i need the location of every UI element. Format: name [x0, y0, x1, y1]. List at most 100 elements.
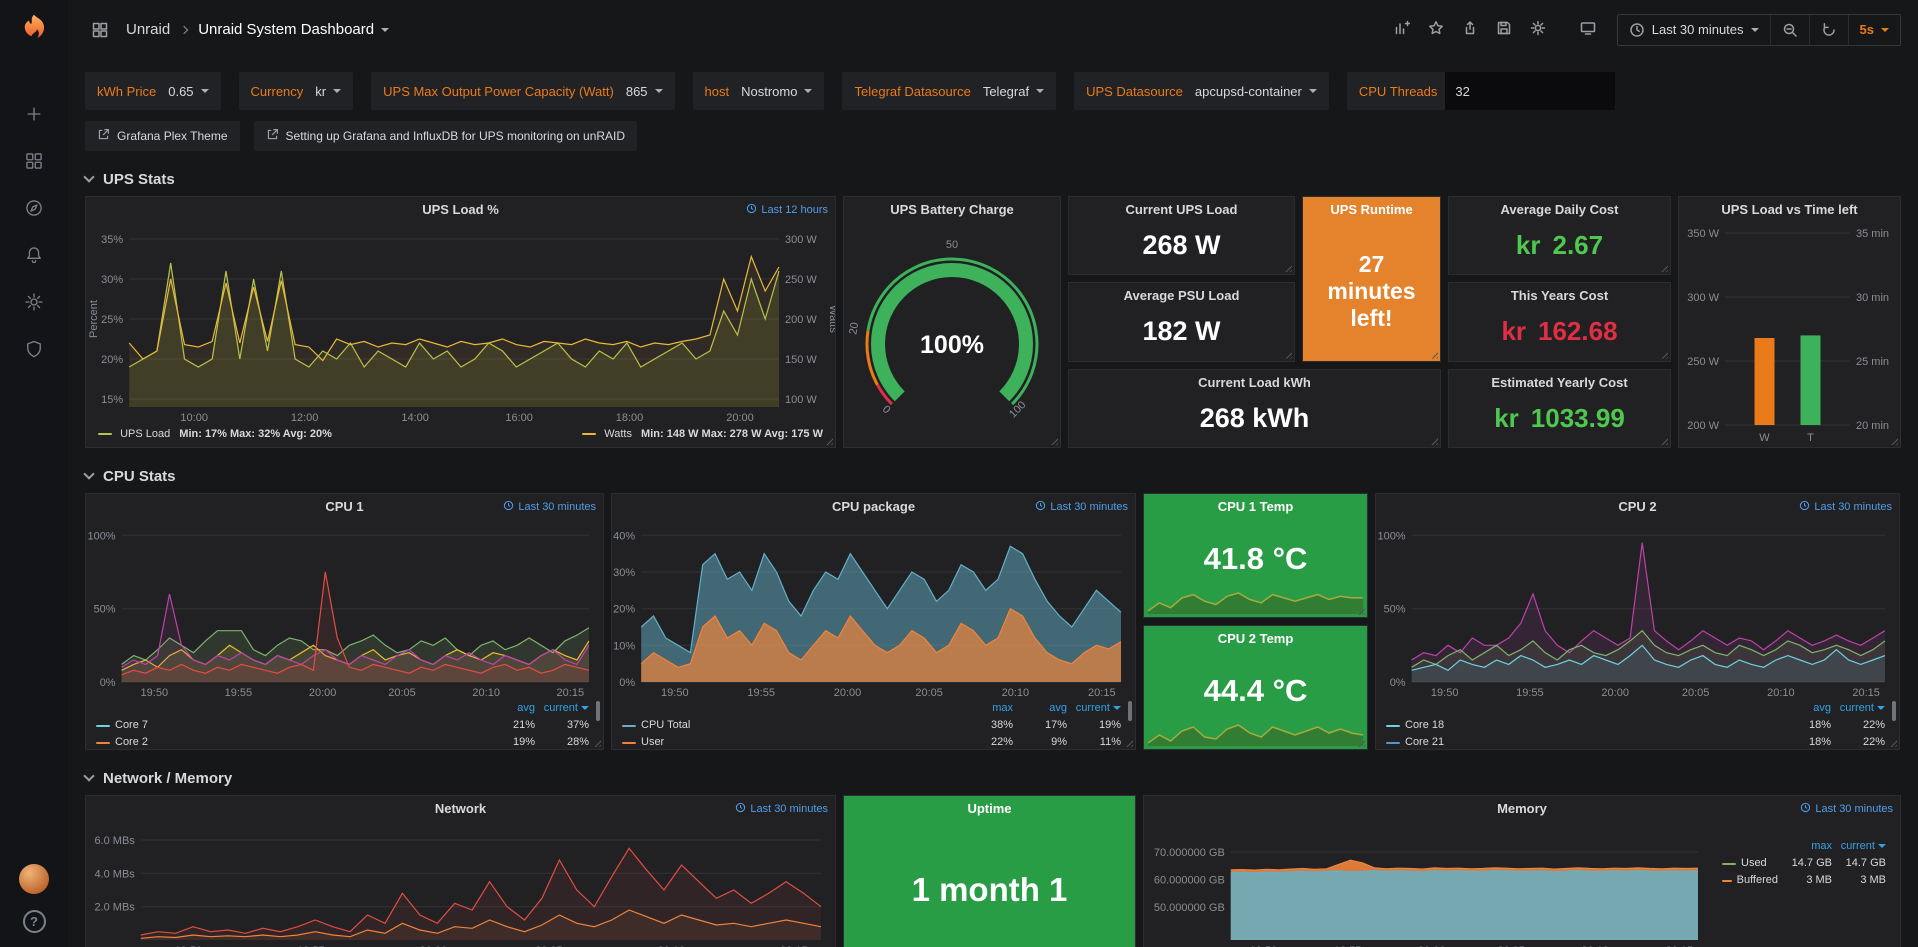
- refresh-interval-picker[interactable]: 5s: [1848, 15, 1900, 45]
- link-ups-monitoring-guide[interactable]: Setting up Grafana and InfluxDB for UPS …: [254, 121, 638, 151]
- star-dashboard-button[interactable]: [1421, 15, 1451, 45]
- panel-average-daily-cost[interactable]: Average Daily Cost kr2.67: [1448, 196, 1671, 275]
- dashboard-settings-button[interactable]: [1523, 15, 1553, 45]
- legend-row[interactable]: CPU Total38%17%19%: [622, 717, 1121, 734]
- dashboard-title[interactable]: Unraid System Dashboard: [198, 21, 389, 38]
- sidebar-alerting-button[interactable]: [0, 233, 68, 280]
- cpu2-legend[interactable]: avgcurrent Core 1818%22%Core 2118%22%: [1376, 700, 1899, 755]
- legend-row[interactable]: Core 721%37%: [96, 717, 589, 734]
- variable-value-dropdown[interactable]: Telegraf: [979, 84, 1056, 99]
- sidebar-help-button[interactable]: ?: [23, 910, 46, 933]
- cycle-view-mode-button[interactable]: [1573, 15, 1603, 45]
- legend-col-header[interactable]: current: [535, 700, 589, 717]
- panel-time-range[interactable]: Last 30 minutes: [503, 500, 596, 514]
- share-dashboard-button[interactable]: [1455, 15, 1485, 45]
- panel-cpu2[interactable]: Last 30 minutes CPU 2 0%50%100%19:5019:5…: [1375, 493, 1900, 750]
- panel-ups-battery-charge[interactable]: UPS Battery Charge 02050100100%: [843, 196, 1061, 448]
- legend-scrollbar[interactable]: [1128, 701, 1132, 721]
- link-grafana-plex-theme[interactable]: Grafana Plex Theme: [85, 121, 240, 151]
- legend-col-header[interactable]: current: [1832, 838, 1886, 855]
- grafana-logo[interactable]: [15, 12, 53, 50]
- row-header-ups-stats[interactable]: UPS Stats: [68, 151, 1918, 196]
- panel-ups-runtime[interactable]: UPS Runtime 27 minutes left!: [1302, 196, 1441, 362]
- save-dashboard-button[interactable]: [1489, 15, 1519, 45]
- zoom-out-time-button[interactable]: [1770, 15, 1809, 45]
- variable-value-dropdown[interactable]: 865: [622, 84, 675, 99]
- row-header-cpu-stats[interactable]: CPU Stats: [68, 448, 1918, 493]
- memory-chart[interactable]: 50.000000 GB60.000000 GB70.000000 GB19:5…: [1144, 822, 1712, 947]
- panel-time-range[interactable]: Last 30 minutes: [1800, 802, 1893, 816]
- panel-title[interactable]: Current Load kWh: [1069, 370, 1440, 396]
- panel-title[interactable]: UPS Runtime: [1303, 197, 1440, 223]
- legend-col-header[interactable]: avg: [1013, 700, 1067, 717]
- breadcrumb-folder[interactable]: Unraid: [126, 21, 170, 38]
- legend-row[interactable]: Core 219%28%: [96, 734, 589, 751]
- panel-title[interactable]: Network: [86, 796, 835, 822]
- panel-title[interactable]: This Years Cost: [1449, 283, 1670, 309]
- legend-col-header[interactable]: current: [1067, 700, 1121, 717]
- legend-row[interactable]: Core 2118%22%: [1386, 734, 1885, 751]
- sidebar-configuration-button[interactable]: [0, 280, 68, 327]
- panel-current-load-kwh[interactable]: Current Load kWh 268 kWh: [1068, 369, 1441, 448]
- panel-title[interactable]: CPU 1 Temp: [1144, 494, 1367, 520]
- user-avatar[interactable]: [0, 864, 68, 894]
- panel-title[interactable]: Uptime: [844, 796, 1135, 822]
- panel-title[interactable]: UPS Load vs Time left: [1679, 197, 1900, 223]
- ups-load-chart[interactable]: 15%20%25%30%35%100 W150 W200 W250 W300 W…: [86, 223, 835, 427]
- panel-this-years-cost[interactable]: This Years Cost kr162.68: [1448, 282, 1671, 361]
- legend-row[interactable]: Core 1818%22%: [1386, 717, 1885, 734]
- legend-col-header[interactable]: max: [959, 700, 1013, 717]
- panel-network[interactable]: Last 30 minutes Network 2.0 MBs4.0 MBs6.…: [85, 795, 836, 947]
- legend-row[interactable]: User22%9%11%: [622, 734, 1121, 751]
- panel-cpu2-temp[interactable]: CPU 2 Temp 44.4 °C: [1143, 625, 1368, 750]
- time-range-picker[interactable]: Last 30 minutes: [1618, 15, 1770, 45]
- cpu-package-legend[interactable]: maxavgcurrent CPU Total38%17%19%User22%9…: [612, 700, 1135, 755]
- legend-col-header[interactable]: avg: [481, 700, 535, 717]
- row-header-network-memory[interactable]: Network / Memory: [68, 750, 1918, 795]
- variable-value-dropdown[interactable]: apcupsd-container: [1191, 84, 1329, 99]
- panel-title[interactable]: CPU 2 Temp: [1144, 626, 1367, 652]
- cpu1-chart[interactable]: 0%50%100%19:5019:5520:0020:0520:1020:15: [86, 520, 603, 700]
- panel-cpu1[interactable]: Last 30 minutes CPU 1 0%50%100%19:5019:5…: [85, 493, 604, 750]
- legend-series[interactable]: Watts Min: 148 W Max: 278 W Avg: 175 W: [582, 428, 823, 440]
- variable-value-dropdown[interactable]: 0.65: [164, 84, 220, 99]
- sidebar-create-button[interactable]: [0, 92, 68, 139]
- panel-cpu1-temp[interactable]: CPU 1 Temp 41.8 °C: [1143, 493, 1368, 618]
- panel-title[interactable]: Estimated Yearly Cost: [1449, 370, 1670, 396]
- panel-title[interactable]: Average PSU Load: [1069, 283, 1294, 309]
- legend-series[interactable]: UPS Load Min: 17% Max: 32% Avg: 20%: [98, 428, 332, 440]
- network-chart[interactable]: 2.0 MBs4.0 MBs6.0 MBs19:5019:5520:0020:0…: [86, 822, 835, 947]
- legend-col-header[interactable]: avg: [1777, 700, 1831, 717]
- cpu-package-chart[interactable]: 0%10%20%30%40%19:5019:5520:0020:0520:102…: [612, 520, 1135, 700]
- panel-time-range[interactable]: Last 30 minutes: [1035, 500, 1128, 514]
- panel-average-psu-load[interactable]: Average PSU Load 182 W: [1068, 282, 1295, 361]
- add-panel-button[interactable]: [1387, 15, 1417, 45]
- panel-time-range[interactable]: Last 30 minutes: [735, 802, 828, 816]
- variable-value-dropdown[interactable]: kr: [311, 84, 353, 99]
- panel-time-range[interactable]: Last 30 minutes: [1799, 500, 1892, 514]
- legend-col-header[interactable]: max: [1778, 838, 1832, 855]
- cpu-threads-input[interactable]: [1445, 72, 1615, 110]
- panel-memory[interactable]: Last 30 minutes Memory 50.000000 GB60.00…: [1143, 795, 1901, 947]
- panel-estimated-yearly-cost[interactable]: Estimated Yearly Cost kr1033.99: [1448, 369, 1671, 448]
- legend-scrollbar[interactable]: [1892, 701, 1896, 721]
- panel-title[interactable]: UPS Load %: [86, 197, 835, 223]
- panel-title[interactable]: Current UPS Load: [1069, 197, 1294, 223]
- legend-col-header[interactable]: current: [1831, 700, 1885, 717]
- sidebar-explore-button[interactable]: [0, 186, 68, 233]
- panel-uptime[interactable]: Uptime 1 month 1: [843, 795, 1136, 947]
- legend-row[interactable]: Buffered3 MB3 MB: [1722, 872, 1886, 889]
- panel-title[interactable]: Average Daily Cost: [1449, 197, 1670, 223]
- refresh-button[interactable]: [1809, 15, 1848, 45]
- panel-cpu-package[interactable]: Last 30 minutes CPU package 0%10%20%30%4…: [611, 493, 1136, 750]
- memory-legend[interactable]: maxcurrent Used14.7 GB14.7 GBBuffered3 M…: [1712, 822, 1900, 947]
- sidebar-server-admin-button[interactable]: [0, 327, 68, 374]
- panel-ups-load-vs-time-left[interactable]: UPS Load vs Time left 200 W250 W300 W350…: [1678, 196, 1901, 448]
- legend-scrollbar[interactable]: [596, 701, 600, 721]
- panel-ups-load[interactable]: Last 12 hours UPS Load % 15%20%25%30%35%…: [85, 196, 836, 448]
- legend-row[interactable]: Used14.7 GB14.7 GB: [1722, 855, 1886, 872]
- cpu1-legend[interactable]: avgcurrent Core 721%37%Core 219%28%: [86, 700, 603, 755]
- panel-time-range[interactable]: Last 12 hours: [746, 203, 828, 217]
- panel-title[interactable]: UPS Battery Charge: [844, 197, 1060, 223]
- panel-current-ups-load[interactable]: Current UPS Load 268 W: [1068, 196, 1295, 275]
